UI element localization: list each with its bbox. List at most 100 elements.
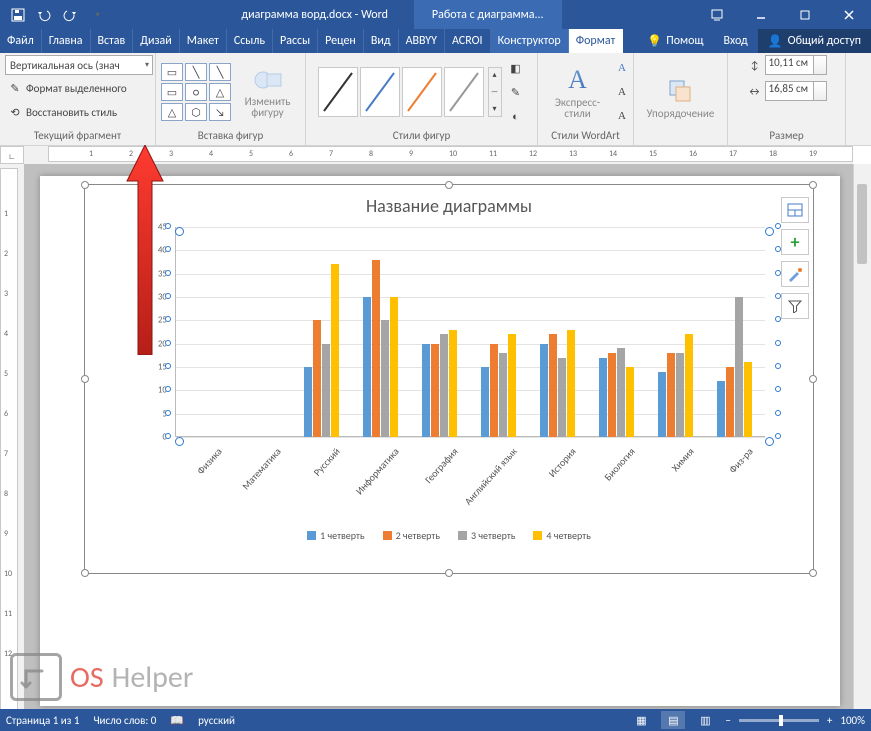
wordart-A-icon: A: [568, 65, 587, 95]
group-size: ↕10,11 см ↔16,85 см Размер: [728, 53, 846, 145]
effects-icon: ◐: [508, 108, 524, 124]
title-area: диаграмма ворд.docx - Word Работа с диаг…: [108, 0, 695, 29]
change-shape-icon: [253, 66, 283, 94]
format-selection-button[interactable]: ✎Формат выделенного: [5, 77, 129, 99]
horizontal-ruler[interactable]: 12345678910111213141516171819: [48, 146, 853, 162]
group-current-selection: Вертикальная ось (знач ✎Формат выделенно…: [0, 53, 156, 145]
bulb-icon: 💡: [647, 34, 662, 49]
chart-object[interactable]: Название диаграммы 051015202530354045 Фи…: [84, 184, 814, 574]
save-icon[interactable]: [6, 3, 30, 27]
shape-gallery[interactable]: ▭╲╲ ▭○△ △⬡↘: [161, 63, 231, 121]
text-fill-button[interactable]: A: [616, 57, 628, 79]
tab-home[interactable]: Главна: [42, 29, 91, 53]
web-layout-icon[interactable]: ▥: [693, 711, 717, 729]
group-label: Вставка фигур: [198, 129, 264, 144]
person-icon: 👤: [768, 34, 783, 49]
tab-view[interactable]: Вид: [364, 29, 399, 53]
share-button[interactable]: 👤Общий доступ: [758, 29, 871, 53]
tab-acrobat[interactable]: ACROI: [445, 29, 491, 53]
read-mode-icon[interactable]: ▦: [629, 711, 653, 729]
x-axis-labels[interactable]: ФизикаМатематикаРусскийИнформатикаГеогра…: [175, 445, 795, 515]
ribbon-tabs: Файл Главна Встав Дизай Макет Ссыль Расс…: [0, 29, 871, 53]
zoom-in-icon[interactable]: +: [827, 714, 832, 727]
bars: [175, 227, 765, 437]
word-count[interactable]: Число слов: 0: [93, 714, 156, 727]
group-label: Стили фигур: [393, 129, 451, 144]
outline-icon: ✎: [508, 84, 524, 100]
vertical-scrollbar[interactable]: [853, 164, 871, 709]
signin-button[interactable]: Вход: [713, 29, 757, 53]
horizontal-ruler-row: ∟ 12345678910111213141516171819: [0, 146, 853, 164]
chart-title[interactable]: Название диаграммы: [85, 185, 813, 223]
tab-design[interactable]: Дизай: [133, 29, 180, 53]
close-icon[interactable]: [827, 3, 871, 27]
tab-chart-design[interactable]: Конструктор: [491, 29, 569, 53]
document-area[interactable]: Название диаграммы 051015202530354045 Фи…: [24, 164, 853, 709]
scrollbar-thumb[interactable]: [857, 184, 867, 264]
text-outline-button[interactable]: A: [616, 81, 628, 103]
height-input[interactable]: 10,11 см: [765, 55, 827, 75]
ribbon-options-icon[interactable]: [695, 3, 739, 27]
group-wordart-styles: A Экспресс-стили A A A Стили WordArt: [538, 53, 634, 145]
y-axis[interactable]: 051015202530354045: [145, 227, 169, 437]
shape-style-gallery[interactable]: [318, 67, 484, 117]
chart-elements-icon[interactable]: +: [781, 229, 809, 255]
chart-side-buttons: +: [781, 197, 809, 319]
tab-insert[interactable]: Встав: [91, 29, 134, 53]
undo-icon[interactable]: [32, 3, 56, 27]
shape-fill-button[interactable]: ◧: [506, 57, 526, 79]
zoom-out-icon[interactable]: −: [725, 714, 730, 727]
tab-chart-format[interactable]: Формат: [569, 29, 623, 53]
tab-layout[interactable]: Макет: [180, 29, 227, 53]
chart-styles-icon[interactable]: [781, 261, 809, 287]
chart-layout-icon[interactable]: [781, 197, 809, 223]
style-more[interactable]: ▴—▾: [488, 67, 502, 117]
arrange-icon: [666, 77, 694, 105]
chart-element-combo[interactable]: Вертикальная ось (знач: [5, 55, 153, 75]
tab-file[interactable]: Файл: [0, 29, 42, 53]
redo-icon[interactable]: [58, 3, 82, 27]
width-input[interactable]: 16,85 см: [765, 81, 827, 101]
print-layout-icon[interactable]: ▤: [661, 711, 685, 729]
legend[interactable]: 1 четверть2 четверть3 четверть4 четверть: [85, 529, 813, 542]
reset-icon: ⟲: [7, 104, 23, 120]
watermark: OS Helper: [10, 653, 193, 701]
text-effects-button[interactable]: A: [616, 105, 628, 127]
window-controls: [695, 3, 871, 27]
tab-abbyy[interactable]: ABBYY: [399, 29, 445, 53]
minimize-icon[interactable]: [739, 3, 783, 27]
shape-outline-button[interactable]: ✎: [506, 81, 526, 103]
page: Название диаграммы 051015202530354045 Фи…: [40, 176, 840, 706]
maximize-icon[interactable]: [783, 3, 827, 27]
tab-references[interactable]: Ссыль: [227, 29, 273, 53]
language-indicator[interactable]: русский: [198, 714, 235, 727]
reset-style-button[interactable]: ⟲Восстановить стиль: [5, 101, 119, 123]
spellcheck-icon[interactable]: 📖: [170, 714, 184, 727]
document-title: диаграмма ворд.docx - Word: [241, 8, 387, 22]
tab-selector[interactable]: ∟: [0, 146, 24, 164]
group-label: Текущий фрагмент: [34, 129, 121, 144]
tab-review[interactable]: Рецен: [318, 29, 364, 53]
page-indicator[interactable]: Страница 1 из 1: [6, 714, 79, 727]
width-icon: ↔: [747, 83, 763, 99]
titlebar: диаграмма ворд.docx - Word Работа с диаг…: [0, 0, 871, 29]
group-shape-styles: ▴—▾ ◧ ✎ ◐ Стили фигур: [306, 53, 538, 145]
quick-styles-button[interactable]: A Экспресс-стили: [543, 63, 612, 121]
group-label: Стили WordArt: [551, 129, 620, 144]
format-icon: ✎: [7, 80, 23, 96]
fill-icon: ◧: [508, 60, 524, 76]
vertical-ruler[interactable]: 123456789101112: [0, 168, 18, 713]
zoom-slider[interactable]: [739, 719, 819, 722]
group-label: Размер: [769, 129, 803, 144]
height-icon: ↕: [747, 57, 763, 73]
tab-mailings[interactable]: Рассы: [273, 29, 318, 53]
chart-filters-icon[interactable]: [781, 293, 809, 319]
tell-me[interactable]: 💡Помощ: [637, 29, 713, 53]
arrange-button[interactable]: Упорядочение: [641, 75, 721, 122]
group-insert-shapes: ▭╲╲ ▭○△ △⬡↘ Изменить фигуру Вставка фигу…: [156, 53, 306, 145]
qat-customize-icon[interactable]: [84, 3, 108, 27]
ribbon: Вертикальная ось (знач ✎Формат выделенно…: [0, 53, 871, 146]
zoom-level[interactable]: 100%: [840, 714, 865, 727]
shape-effects-button[interactable]: ◐: [506, 105, 526, 127]
chart-plot-area[interactable]: 051015202530354045: [145, 227, 765, 437]
